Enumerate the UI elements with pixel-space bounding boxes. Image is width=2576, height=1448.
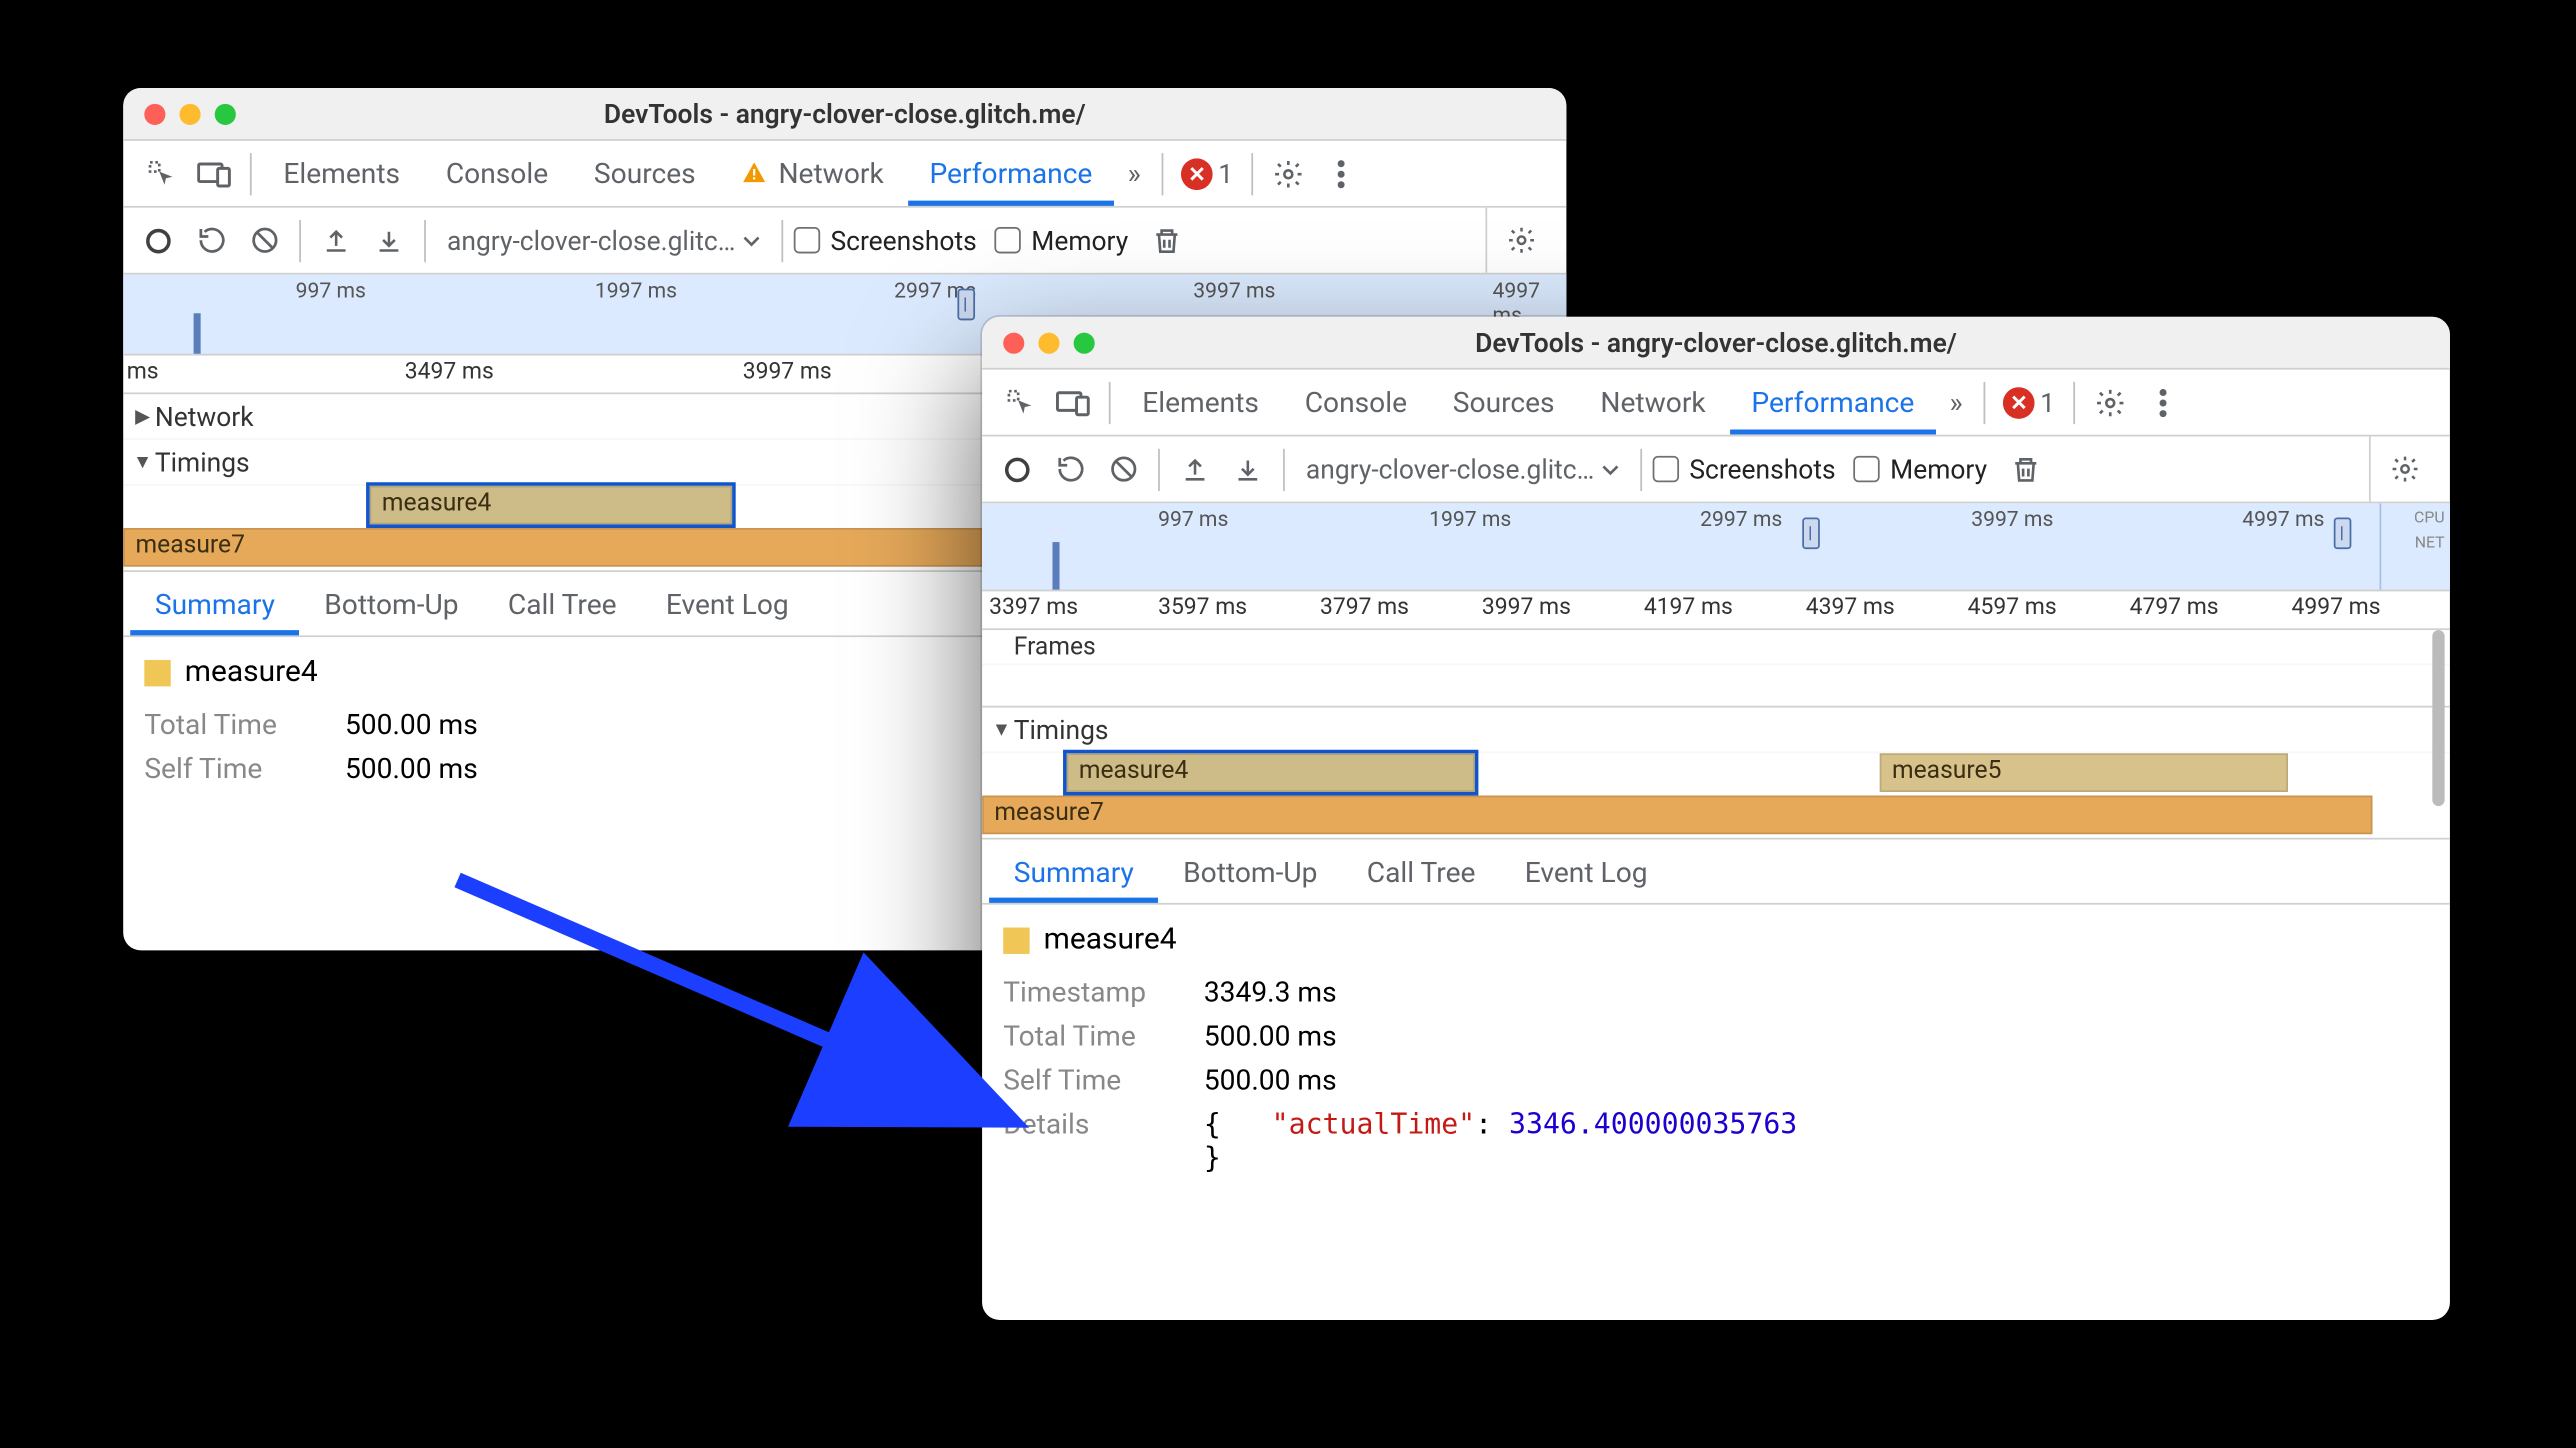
devtools-tabs: Elements Console Sources Network Perform… [123, 141, 1566, 208]
tab-performance[interactable]: Performance [1730, 370, 1935, 435]
titlebar: DevTools - angry-clover-close.glitch.me/ [982, 317, 2450, 370]
tab-sources[interactable]: Sources [1432, 370, 1576, 435]
window-zoom-button[interactable] [215, 103, 236, 124]
overview-handle-left[interactable] [1802, 517, 1820, 549]
download-profile-icon[interactable] [364, 216, 413, 265]
detail-tab-summary[interactable]: Summary [130, 572, 299, 635]
detail-tab-bottom-up[interactable]: Bottom-Up [300, 572, 484, 635]
timeline-overview[interactable]: 997 ms 1997 ms 2997 ms 3997 ms 4997 ms C… [982, 503, 2450, 591]
chevron-down-icon [742, 231, 760, 249]
record-button[interactable] [134, 216, 183, 265]
clear-button[interactable] [239, 216, 288, 265]
profile-select-dropdown[interactable]: angry-clover-close.glitc… [1295, 453, 1629, 485]
value-details-json: { "actualTime": 3346.400000035763} [1204, 1107, 2429, 1174]
window-title: DevTools - angry-clover-close.glitch.me/ [123, 98, 1566, 130]
value-total-time: 500.00 ms [1204, 1019, 2429, 1052]
tab-sources[interactable]: Sources [573, 141, 717, 206]
clear-button[interactable] [1098, 444, 1147, 493]
window-close-button[interactable] [1003, 332, 1024, 353]
label-self-time: Self Time [1003, 1063, 1179, 1096]
scrollbar-thumb[interactable] [2432, 630, 2444, 806]
tab-elements[interactable]: Elements [1121, 370, 1280, 435]
overview-handle-right[interactable] [2334, 517, 2352, 549]
tab-network[interactable]: Network [720, 141, 904, 206]
profile-select-dropdown[interactable]: angry-clover-close.glitc… [436, 224, 770, 256]
devtools-window-after: DevTools - angry-clover-close.glitch.me/… [982, 317, 2450, 1320]
kebab-menu-icon[interactable] [1316, 149, 1365, 198]
collect-garbage-icon[interactable] [2001, 444, 2050, 493]
record-button[interactable] [993, 444, 1042, 493]
flame-chart[interactable]: Frames ▼Timings measure4 measure5 measur… [982, 630, 2450, 838]
error-icon: ✕ [2003, 386, 2035, 418]
tab-console[interactable]: Console [425, 141, 570, 206]
detail-tab-summary[interactable]: Summary [989, 840, 1158, 903]
more-tabs-button[interactable]: » [1117, 141, 1151, 206]
detail-tab-call-tree[interactable]: Call Tree [1342, 840, 1500, 903]
value-timestamp: 3349.3 ms [1204, 975, 2429, 1008]
error-icon: ✕ [1181, 158, 1213, 190]
label-timestamp: Timestamp [1003, 975, 1179, 1008]
tab-elements[interactable]: Elements [262, 141, 421, 206]
settings-gear-icon[interactable] [1263, 149, 1312, 198]
capture-settings-gear-icon[interactable] [2380, 444, 2429, 493]
inspect-element-icon[interactable] [996, 378, 1045, 427]
measure-block-measure7[interactable]: measure7 [982, 796, 2372, 835]
reload-record-button[interactable] [187, 216, 236, 265]
label-total-time: Total Time [144, 708, 320, 741]
devtools-tabs: Elements Console Sources Network Perform… [982, 370, 2450, 437]
detail-tab-bottom-up[interactable]: Bottom-Up [1158, 840, 1342, 903]
upload-profile-icon[interactable] [1170, 444, 1219, 493]
download-profile-icon[interactable] [1223, 444, 1272, 493]
memory-checkbox[interactable]: Memory [1853, 453, 1987, 485]
label-self-time: Self Time [144, 752, 320, 785]
value-self-time: 500.00 ms [1204, 1063, 2429, 1096]
category-swatch [1003, 927, 1029, 953]
more-tabs-button[interactable]: » [1939, 370, 1973, 435]
summary-pane: measure4 Timestamp 3349.3 ms Total Time … [982, 905, 2450, 1192]
tab-network[interactable]: Network [1579, 370, 1727, 435]
detail-tab-event-log[interactable]: Event Log [641, 572, 813, 635]
measure-block-measure4[interactable]: measure4 [1067, 753, 1475, 792]
label-details: Details [1003, 1107, 1179, 1174]
selected-event-name: measure4 [185, 655, 318, 690]
settings-gear-icon[interactable] [2085, 378, 2134, 427]
tab-console[interactable]: Console [1284, 370, 1429, 435]
detail-tab-event-log[interactable]: Event Log [1500, 840, 1672, 903]
error-badge[interactable]: ✕ 1 [1174, 158, 1240, 190]
memory-checkbox[interactable]: Memory [994, 224, 1128, 256]
detail-tab-call-tree[interactable]: Call Tree [483, 572, 641, 635]
time-ruler[interactable]: 3397 ms 3597 ms 3797 ms 3997 ms 4197 ms … [982, 591, 2450, 630]
measure-block-measure4[interactable]: measure4 [370, 486, 733, 525]
chevron-down-icon [1601, 460, 1619, 478]
titlebar: DevTools - angry-clover-close.glitch.me/ [123, 88, 1566, 141]
category-swatch [144, 659, 170, 685]
window-minimize-button[interactable] [180, 103, 201, 124]
window-zoom-button[interactable] [1074, 332, 1095, 353]
collect-garbage-icon[interactable] [1142, 216, 1191, 265]
device-toolbar-icon[interactable] [1049, 378, 1098, 427]
measure-block-measure5[interactable]: measure5 [1880, 753, 2288, 792]
tab-performance[interactable]: Performance [908, 141, 1113, 206]
window-title: DevTools - angry-clover-close.glitch.me/ [982, 326, 2450, 358]
performance-toolbar: angry-clover-close.glitc… Screenshots Me… [123, 208, 1566, 275]
track-timings[interactable]: ▼Timings [982, 708, 2450, 754]
kebab-menu-icon[interactable] [2138, 378, 2187, 427]
window-minimize-button[interactable] [1038, 332, 1059, 353]
label-total-time: Total Time [1003, 1019, 1179, 1052]
inspect-element-icon[interactable] [137, 149, 186, 198]
device-toolbar-icon[interactable] [190, 149, 239, 198]
warning-icon [741, 160, 767, 186]
performance-toolbar: angry-clover-close.glitc… Screenshots Me… [982, 436, 2450, 503]
upload-profile-icon[interactable] [312, 216, 361, 265]
details-tabs: Summary Bottom-Up Call Tree Event Log [982, 838, 2450, 905]
error-badge[interactable]: ✕ 1 [1996, 386, 2062, 418]
track-frames[interactable]: Frames [982, 630, 2450, 665]
overview-handle-left[interactable] [957, 289, 975, 321]
selected-event-name: measure4 [1044, 922, 1177, 957]
reload-record-button[interactable] [1045, 444, 1094, 493]
screenshots-checkbox[interactable]: Screenshots [793, 224, 976, 256]
window-close-button[interactable] [144, 103, 165, 124]
capture-settings-gear-icon[interactable] [1497, 216, 1546, 265]
screenshots-checkbox[interactable]: Screenshots [1652, 453, 1835, 485]
